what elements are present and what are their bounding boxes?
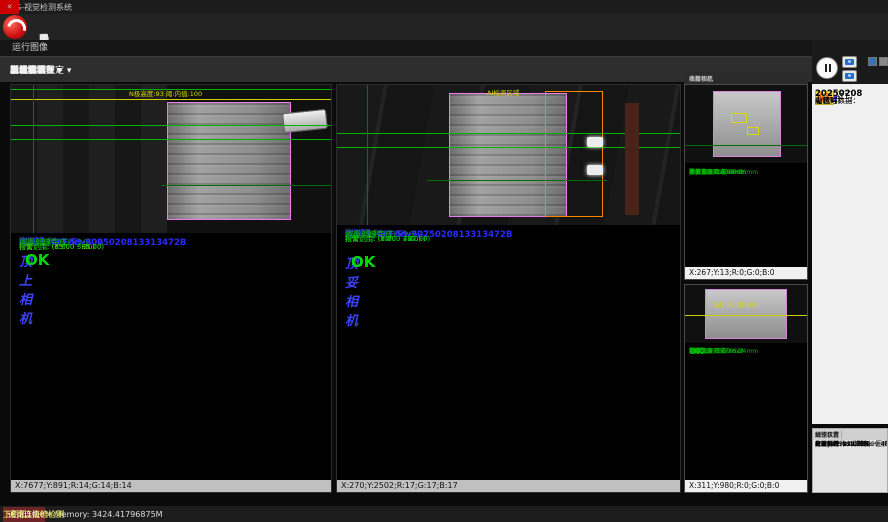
pause-icon bbox=[825, 64, 827, 72]
result-text-thumb-top: 图像处理完成圈数: 13外侧盖间距:3.92mm内侧盖间距:4.60mm负极宽度… bbox=[685, 163, 807, 267]
bottom-right-tabs: 动作位置线速示意解锁状态 bbox=[813, 429, 887, 440]
pixel-readout-middle: X:270;Y:2502;R:17;G:17;B:17 bbox=[337, 480, 680, 492]
pause-button[interactable] bbox=[816, 57, 838, 79]
toolbar-item[interactable]: 其它设置 ▾ bbox=[4, 63, 59, 76]
camera-capture-button-2[interactable] bbox=[842, 70, 857, 82]
camera-image-thumb-bottom[interactable]: N高:90 阈:100 bbox=[685, 285, 807, 343]
battery-cell-part bbox=[167, 102, 291, 220]
camera-capture-button-1[interactable] bbox=[842, 56, 857, 68]
overlay-line-yellow bbox=[685, 315, 807, 316]
bottom-right-panel: 动作位置线速示意解锁状态 机针行数: 222, 纵隔检测间距: 17, 纵隔分卷… bbox=[812, 428, 888, 493]
thumb-text-line: 时间:13-31-59-627 bbox=[689, 346, 744, 358]
camera-view-left: N极高度:93 阈:内值:100 顶上相机 OK 输出结果:OK 电芯码: 0F… bbox=[10, 84, 332, 493]
menu-bar: 系统配置相机配置通讯配置IO手动配置光源控制配置查看系统语言切换 bbox=[0, 14, 888, 40]
thumbnail-header: 收尾相机贴胶相机点检状态 bbox=[684, 72, 808, 84]
camera-image-thumb-top[interactable] bbox=[685, 85, 807, 163]
battery-cell-part bbox=[713, 91, 781, 157]
titlebar: CVS-视觉检测系统 — □ ✕ bbox=[0, 0, 888, 14]
app-logo-icon bbox=[3, 15, 27, 39]
status-text-line: 处理耗时: 258.00ms bbox=[815, 441, 873, 448]
overlay-line-yellow bbox=[11, 99, 331, 100]
alarm-range: 报警范围: (0.60 - 4.00) bbox=[345, 235, 421, 243]
roi-box-yellow bbox=[731, 113, 747, 123]
battery-cell-part bbox=[705, 289, 787, 339]
status-bar: 心跳信号 相机连线 通讯连接 Cpu: 0.0% Memory: 3424.41… bbox=[0, 506, 888, 522]
result-ok: OK bbox=[351, 253, 375, 271]
machine-background bbox=[11, 85, 167, 233]
mini-tool-button-2[interactable] bbox=[879, 57, 888, 66]
top-right-controls bbox=[812, 40, 888, 84]
overlay-line-green bbox=[427, 180, 607, 181]
camera-view-thumb-bottom: N高:90 阈:100 OK 图像处理完成圈数: 13正极宽度:83.77mm隔… bbox=[684, 284, 808, 493]
alarm-range: 报警范围: (89.00 - 91.00) bbox=[19, 243, 104, 251]
ai-region-annotation: AI检测区域 bbox=[487, 87, 519, 97]
cvs-vision-app: CVS-视觉检测系统 — □ ✕ 系统配置相机配置通讯配置IO手动配置光源控制配… bbox=[0, 0, 888, 522]
pixel-readout-thumb-top: X:267;Y:13;R:0;G:0;B:0 bbox=[685, 267, 807, 279]
close-button[interactable]: ✕ bbox=[0, 0, 19, 14]
height-annotation: N高:90 阈:100 bbox=[713, 299, 758, 309]
overlay-line-green bbox=[11, 139, 331, 140]
result-ok: OK bbox=[25, 251, 49, 269]
bottom-right-tab[interactable]: 解锁状态 bbox=[813, 430, 842, 439]
height-annotation: N极高度:93 阈:内值:100 bbox=[129, 88, 202, 98]
reflection-glint bbox=[587, 137, 603, 147]
camera-view-thumb-top: 图像处理完成圈数: 13外侧盖间距:3.92mm内侧盖间距:4.60mm负极宽度… bbox=[684, 84, 808, 280]
overlay-line-vertical bbox=[367, 85, 368, 225]
bottom-right-body: 机针行数: 222, 纵隔检测间距: 17, 纵隔分卷剩针: 0, 纵隔固定分米… bbox=[813, 440, 887, 492]
write-to-machine-label: 向机写数据： bbox=[815, 95, 860, 106]
tab-row: 运行图像 bbox=[0, 40, 888, 56]
roi-box-orange bbox=[545, 91, 603, 217]
right-info-panel: 登录用户： cys 使用型号： Mode11 总排累： 排废 排妥 电芯码： 2… bbox=[812, 84, 888, 424]
result-text-middle: 顶妥相机 OK 输出结果:OK 电芯码: 0FFIiiw202502081331… bbox=[337, 225, 680, 480]
gripper-part bbox=[282, 109, 328, 133]
thumb-text-line: 时间:13-31-59-600 bbox=[689, 167, 744, 179]
thumbnail-tab[interactable]: 点检状态 bbox=[686, 74, 716, 83]
overlay-line-green bbox=[685, 145, 807, 146]
camera-view-middle: AI检测区域 顶妥相机 OK 输出结果:OK 电芯码: 0FFIiiw20250… bbox=[336, 84, 681, 493]
tab-run-image[interactable]: 运行图像 bbox=[12, 40, 48, 56]
result-text-left: 顶上相机 OK 输出结果:OK 电芯码: 0FFIiiw202502081331… bbox=[11, 233, 331, 480]
camera-image-middle[interactable]: AI检测区域 bbox=[337, 85, 680, 225]
camera-image-left[interactable]: N极高度:93 阈:内值:100 bbox=[11, 85, 331, 233]
mini-tool-button-1[interactable] bbox=[868, 57, 877, 66]
bottom-camera-check-status: 下相机1点检检测 bbox=[3, 509, 64, 520]
roi-box-yellow bbox=[747, 127, 759, 135]
reflection-glint bbox=[587, 165, 603, 175]
overlay-line-green bbox=[161, 185, 331, 186]
overlay-line-green bbox=[11, 125, 331, 126]
pixel-readout-thumb-bottom: X:311;Y:980;R:0;G:0;B:0 bbox=[685, 480, 807, 492]
overlay-line-vertical bbox=[33, 85, 34, 233]
machine-part bbox=[625, 103, 639, 215]
pixel-readout-left: X:7677;Y:891;R:14;G:14;B:14 bbox=[11, 480, 331, 492]
result-text-thumb-bottom: OK 图像处理完成圈数: 13正极宽度:83.77mm隔膜宽度-下侧:95.24… bbox=[685, 343, 807, 480]
